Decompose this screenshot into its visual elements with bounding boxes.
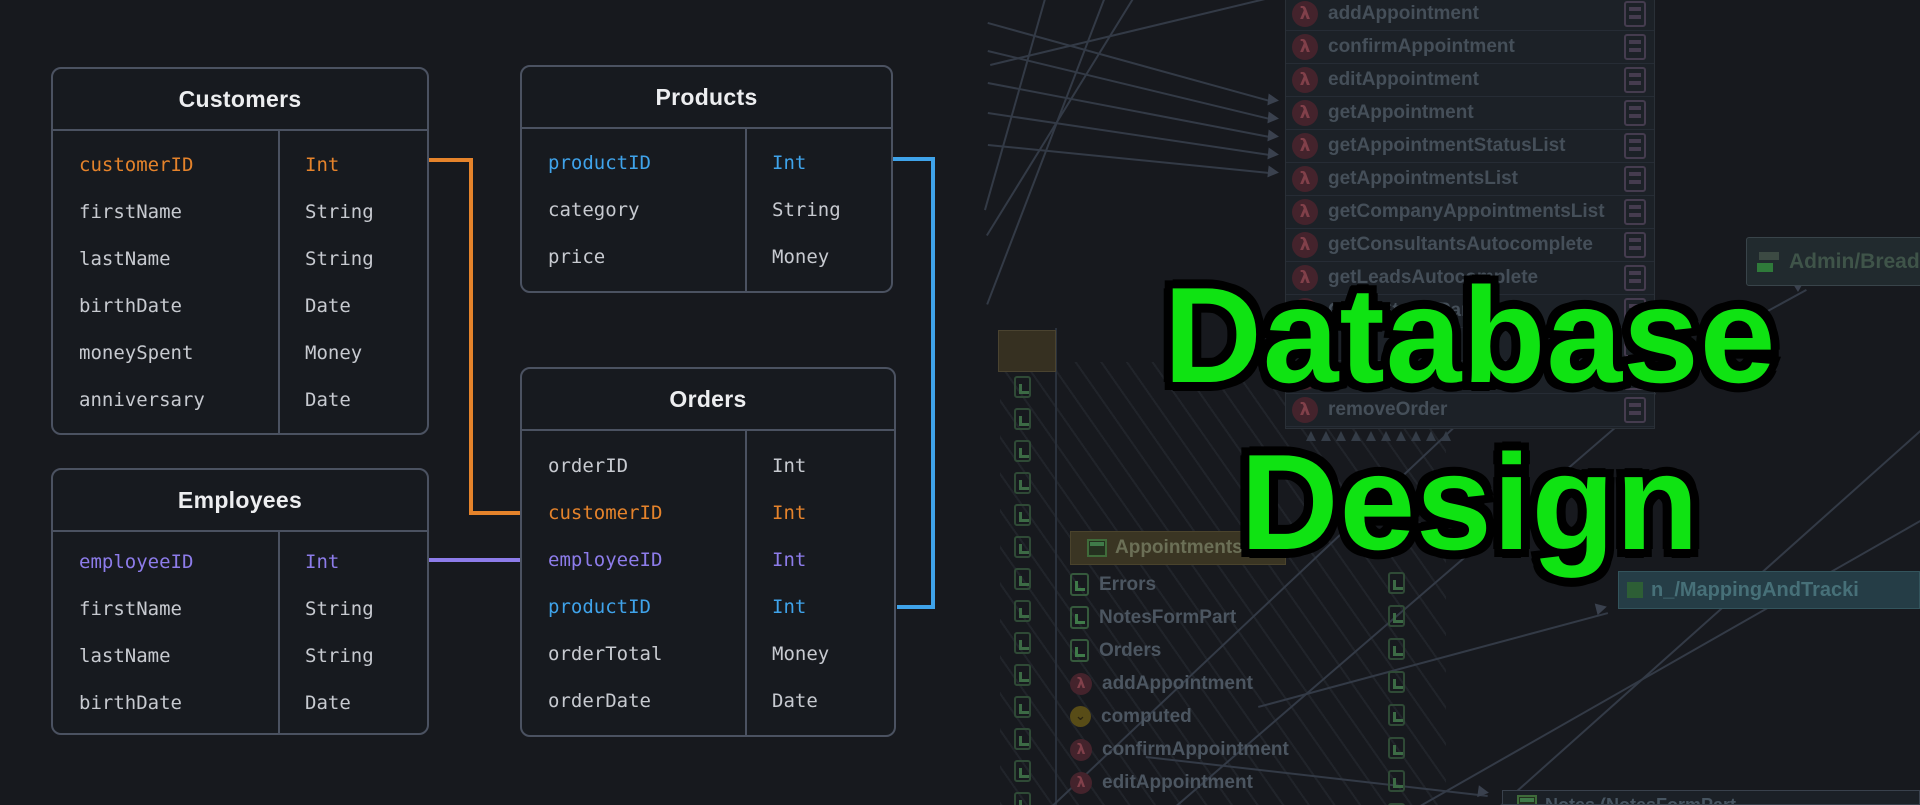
field-row: employeeIDInt [53,539,427,586]
field-name: orderID [522,455,745,477]
table-title: Customers [53,69,427,131]
field-type: Int [278,551,339,573]
field-type: String [278,248,374,270]
field-name: orderDate [522,690,745,712]
title-line-1: Database Database [1040,252,1900,419]
field-type: Int [745,549,806,571]
field-name: employeeID [522,549,745,571]
field-row: birthDateDate [53,282,427,329]
table-orders[interactable]: Orders orderIDIntcustomerIDIntemployeeID… [520,367,896,737]
table-title: Products [522,67,891,129]
field-type: Date [278,295,351,317]
field-type: Int [278,154,339,176]
field-name: orderTotal [522,643,745,665]
field-name: category [522,199,745,221]
field-row: firstNameString [53,188,427,235]
fk-line-customers-orders [469,511,522,515]
field-name: employeeID [53,551,278,573]
field-name: birthDate [53,692,278,714]
fk-line-products-orders [931,157,935,609]
table-title: Employees [53,470,427,532]
field-type: Int [745,455,806,477]
field-type: Int [745,596,806,618]
field-type: Date [278,389,351,411]
video-title: Database Database Design Design [1040,252,1900,586]
field-row: customerIDInt [522,489,894,536]
field-name: lastName [53,248,278,270]
field-name: productID [522,596,745,618]
field-name: firstName [53,598,278,620]
field-row: anniversaryDate [53,376,427,423]
field-type: Money [745,643,829,665]
field-name: birthDate [53,295,278,317]
field-name: productID [522,152,745,174]
field-name: customerID [53,154,278,176]
field-type: Int [745,502,806,524]
table-employees[interactable]: Employees employeeIDIntfirstNameStringla… [51,468,429,735]
field-type: Int [745,152,806,174]
field-row: employeeIDInt [522,536,894,583]
thumbnail-stage: λaddAppointmentλconfirmAppointmentλeditA… [0,0,1920,805]
field-row: orderIDInt [522,442,894,489]
field-type: String [278,645,374,667]
field-row: orderDateDate [522,677,894,724]
field-row: firstNameString [53,586,427,633]
field-type: String [278,598,374,620]
field-type: Date [745,690,818,712]
field-row: lastNameString [53,633,427,680]
field-row: categoryString [522,187,891,234]
field-row: productIDInt [522,140,891,187]
field-type: String [278,201,374,223]
field-type: Money [278,342,362,364]
fk-line-customers-orders [469,158,473,515]
field-row: customerIDInt [53,141,427,188]
field-row: productIDInt [522,583,894,630]
field-type: Money [745,246,829,268]
field-name: firstName [53,201,278,223]
field-type: String [745,199,841,221]
fk-line-products-orders [897,605,935,609]
field-name: price [522,246,745,268]
title-line-2: Design Design [1040,419,1900,586]
field-row: orderTotalMoney [522,630,894,677]
field-name: lastName [53,645,278,667]
table-customers[interactable]: Customers customerIDIntfirstNameStringla… [51,67,429,435]
fk-line-customers-orders [427,158,473,162]
field-row: birthDateDate [53,680,427,727]
field-type: Date [278,692,351,714]
fk-line-products-orders [891,157,935,161]
field-row: moneySpentMoney [53,329,427,376]
field-name: customerID [522,502,745,524]
fk-line-employees-orders [427,558,522,562]
field-name: anniversary [53,389,278,411]
field-name: moneySpent [53,342,278,364]
table-products[interactable]: Products productIDIntcategoryStringprice… [520,65,893,293]
field-row: priceMoney [522,234,891,281]
field-row: lastNameString [53,235,427,282]
table-title: Orders [522,369,894,431]
